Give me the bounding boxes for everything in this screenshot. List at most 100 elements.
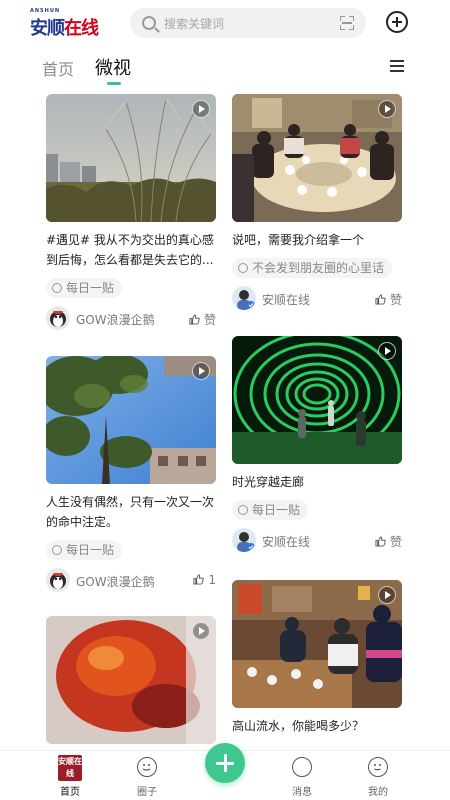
video-thumbnail[interactable] (232, 336, 402, 464)
red-blur-image (46, 616, 216, 744)
search-bar[interactable]: 搜索关键词 (130, 8, 366, 38)
bottom-nav: 安顺在线 首页 圈子 消息 我的 (0, 743, 450, 800)
feed-card[interactable]: 说吧，需要我介绍拿一个 不会发到朋友圈的心里话 安顺在线 赞 (232, 94, 402, 312)
video-thumbnail[interactable] (46, 616, 216, 744)
nav-profile-label: 我的 (368, 787, 388, 798)
banquet-image (232, 580, 402, 708)
nav-circle-label: 圈子 (137, 787, 157, 798)
post-title[interactable]: 时光穿越走廊 (232, 472, 402, 492)
feed-card[interactable]: #遇见# 我从不为交出的真心感到后悔，怎么看都是失去它的... 每日一贴 GOW… (46, 94, 216, 332)
app-logo[interactable]: ANSHUN 安顺在线 (30, 8, 114, 39)
like-count: 1 (208, 573, 216, 587)
thumbs-up-icon (375, 536, 386, 547)
topic-tag[interactable]: 每日一贴 (46, 278, 123, 298)
logo-text: 安顺在线 (30, 14, 99, 40)
avatar[interactable] (46, 568, 70, 592)
topic-tag-label: 每日一贴 (66, 281, 115, 295)
tab-home[interactable]: 首页 (42, 56, 74, 80)
topic-icon (238, 263, 248, 273)
dinner-table-image (232, 94, 402, 222)
tree-sky-image (46, 356, 216, 484)
nav-message[interactable]: 消息 (272, 751, 332, 800)
anshun-avatar-image (232, 528, 256, 552)
post-meta: 安顺在线 赞 (232, 528, 402, 554)
feed-card[interactable]: 时光穿越走廊 每日一贴 安顺在线 赞 (232, 336, 402, 554)
post-title[interactable]: #遇见# 我从不为交出的真心感到后悔，怎么看都是失去它的... (46, 230, 216, 270)
feed-card[interactable]: 高山流水，你能喝多少？ (232, 580, 402, 736)
add-circle-icon[interactable] (386, 11, 408, 33)
penguin-avatar-image (46, 306, 70, 330)
circle-icon (137, 757, 157, 777)
author-name[interactable]: 安顺在线 (262, 291, 310, 308)
play-icon[interactable] (192, 622, 210, 640)
tab-bar: 首页 微视 (0, 48, 450, 88)
profile-icon (368, 757, 388, 777)
anshun-avatar-image (232, 286, 256, 310)
topic-tag-label: 每日一贴 (252, 503, 301, 517)
menu-icon[interactable] (390, 60, 404, 72)
search-icon (142, 16, 156, 30)
top-bar: ANSHUN 安顺在线 搜索关键词 (0, 0, 450, 46)
topic-tag[interactable]: 不会发到朋友圈的心里话 (232, 258, 393, 278)
like-button[interactable]: 1 (193, 573, 216, 587)
topic-tag[interactable]: 每日一贴 (46, 540, 123, 560)
play-icon[interactable] (378, 342, 396, 360)
nav-message-label: 消息 (292, 787, 312, 798)
feed-card[interactable] (46, 616, 216, 744)
thumbs-up-icon (375, 294, 386, 305)
author-name[interactable]: GOW浪漫企鹅 (76, 573, 155, 590)
topic-icon (52, 283, 62, 293)
play-icon[interactable] (192, 100, 210, 118)
play-icon[interactable] (192, 362, 210, 380)
topic-icon (238, 505, 248, 515)
author-name[interactable]: GOW浪漫企鹅 (76, 311, 155, 328)
add-post-icon[interactable] (205, 743, 245, 783)
home-logo-icon: 安顺在线 (58, 755, 82, 781)
logo-text-part1: 安顺 (30, 18, 65, 39)
avatar[interactable] (46, 306, 70, 330)
play-icon[interactable] (378, 100, 396, 118)
video-thumbnail[interactable] (46, 94, 216, 222)
nav-home[interactable]: 安顺在线 首页 (40, 751, 100, 800)
thumbs-up-icon (193, 574, 205, 585)
like-count: 赞 (389, 535, 402, 549)
topic-tag[interactable]: 每日一贴 (232, 500, 309, 520)
nav-circle[interactable]: 圈子 (117, 751, 177, 800)
post-meta: GOW浪漫企鹅 1 (46, 568, 216, 594)
search-placeholder: 搜索关键词 (164, 17, 225, 31)
post-meta: 安顺在线 赞 (232, 286, 402, 312)
topic-icon (52, 545, 62, 555)
penguin-avatar-image (46, 568, 70, 592)
like-button[interactable]: 赞 (375, 291, 402, 308)
scan-icon[interactable] (340, 16, 354, 30)
author-name[interactable]: 安顺在线 (262, 533, 310, 550)
reeds-image (46, 94, 216, 222)
post-title[interactable]: 说吧，需要我介绍拿一个 (232, 230, 402, 250)
logo-text-part2: 在线 (64, 18, 99, 39)
nav-home-label: 首页 (60, 787, 80, 798)
app-root: ANSHUN 安顺在线 搜索关键词 首页 微视 #遇见# 我从不为交出的真心感到… (0, 0, 450, 800)
avatar[interactable] (232, 286, 256, 310)
like-count: 赞 (389, 293, 402, 307)
like-button[interactable]: 赞 (189, 311, 216, 328)
topic-tag-label: 不会发到朋友圈的心里话 (252, 261, 385, 275)
feed-card[interactable]: 人生没有偶然，只有一次又一次的命中注定。 每日一贴 GOW浪漫企鹅 1 (46, 356, 216, 594)
video-feed[interactable]: #遇见# 我从不为交出的真心感到后悔，怎么看都是失去它的... 每日一贴 GOW… (0, 88, 450, 750)
video-thumbnail[interactable] (46, 356, 216, 484)
tab-active-indicator (107, 82, 121, 85)
like-count: 赞 (203, 313, 216, 327)
post-meta: GOW浪漫企鹅 赞 (46, 306, 216, 332)
topic-tag-label: 每日一贴 (66, 543, 115, 557)
tab-weishi[interactable]: 微视 (95, 54, 131, 80)
like-button[interactable]: 赞 (375, 533, 402, 550)
thumbs-up-icon (189, 314, 200, 325)
nav-profile[interactable]: 我的 (348, 751, 408, 800)
message-icon (292, 757, 312, 777)
post-title[interactable]: 人生没有偶然，只有一次又一次的命中注定。 (46, 492, 216, 532)
video-thumbnail[interactable] (232, 580, 402, 708)
green-tunnel-image (232, 336, 402, 464)
play-icon[interactable] (378, 586, 396, 604)
avatar[interactable] (232, 528, 256, 552)
video-thumbnail[interactable] (232, 94, 402, 222)
post-title[interactable]: 高山流水，你能喝多少？ (232, 716, 402, 736)
